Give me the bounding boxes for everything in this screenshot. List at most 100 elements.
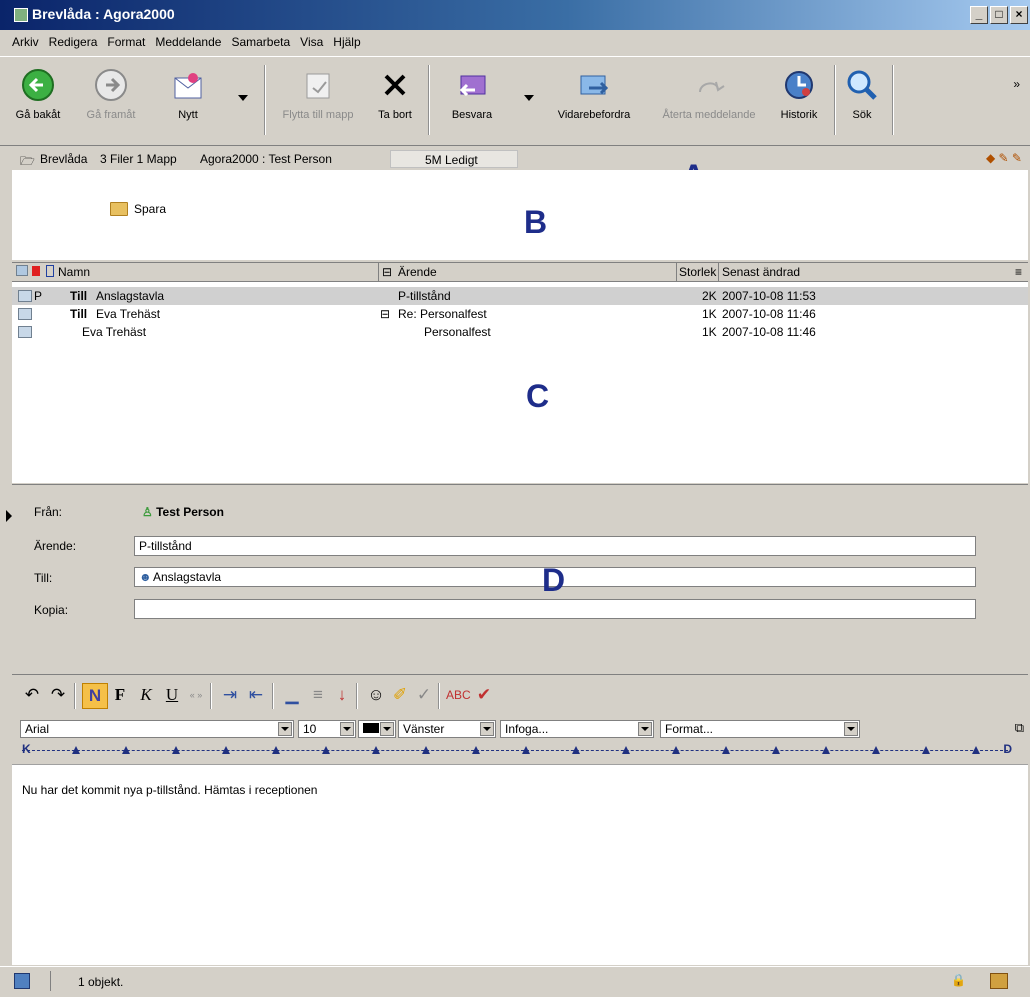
type-column-icon[interactable]	[16, 265, 28, 279]
forward-message-icon	[576, 67, 612, 103]
folder-pane: Spara	[12, 170, 1028, 260]
text-color-select[interactable]	[358, 720, 396, 738]
menu-format[interactable]: Format	[107, 35, 145, 49]
column-size[interactable]: Storlek	[679, 265, 716, 279]
underline-button[interactable]: U	[160, 683, 184, 707]
message-header-pane: Från: ♙ Test Person Ärende: P-tillstånd …	[12, 484, 1028, 671]
delete-x-icon	[377, 67, 413, 103]
normal-text-button[interactable]: N	[82, 683, 108, 709]
restore-button[interactable]: □	[990, 6, 1008, 24]
horizontal-line-icon[interactable]: ▁	[280, 683, 304, 707]
column-name[interactable]: Namn	[58, 265, 90, 279]
forward-button[interactable]: Gå framåt	[76, 61, 146, 121]
attachment-column-icon[interactable]	[46, 265, 54, 280]
pathbar-tools-icon[interactable]: ◆ ✎ ✎	[986, 151, 1022, 165]
toolbar-overflow-icon[interactable]: »	[1013, 77, 1020, 91]
grid-icon[interactable]	[990, 973, 1008, 989]
decrease-indent-icon[interactable]: ⇤	[244, 683, 268, 707]
increase-indent-icon[interactable]: ⇥	[218, 683, 242, 707]
list-icon[interactable]: ≡	[306, 683, 330, 707]
reply-button[interactable]: Besvara	[440, 61, 504, 121]
right-margin-icon[interactable]: D	[1003, 742, 1012, 756]
window-title: Brevlåda : Agora2000	[32, 6, 175, 22]
emoticon-icon[interactable]: ☺	[364, 683, 388, 707]
subject-field[interactable]: P-tillstånd	[134, 536, 976, 556]
row-modified: 2007-10-08 11:53	[722, 289, 816, 303]
mailbox-path-bar: 🗁 Brevlåda 3 Filer 1 Mapp Agora2000 : Te…	[12, 148, 1026, 171]
new-button[interactable]: Nytt	[160, 61, 216, 121]
alignment-select[interactable]: Vänster	[398, 720, 496, 738]
menu-bar: Arkiv Redigera Format Meddelande Samarbe…	[0, 30, 1030, 54]
cc-field[interactable]	[134, 599, 976, 619]
from-value[interactable]: ♙ Test Person	[142, 505, 224, 519]
insert-below-icon[interactable]: ↓	[330, 683, 354, 707]
close-button[interactable]: ×	[1010, 6, 1028, 24]
quote-icon[interactable]: « »	[184, 683, 208, 707]
forward-message-button[interactable]: Vidarebefordra	[544, 61, 644, 121]
expand-all-icon[interactable]: ⊟	[382, 265, 392, 279]
status-text: 1 objekt.	[78, 975, 124, 989]
move-to-folder-button[interactable]: Flytta till mapp	[276, 61, 360, 121]
folder-item-spara[interactable]: Spara	[110, 202, 166, 216]
formatting-toolbar: ↶ ↷ N F K U « » ⇥ ⇤ ▁ ≡ ↓ ☺ ✐ ✓ ABC ✔	[12, 674, 1028, 715]
bold-button[interactable]: F	[108, 683, 132, 707]
minimize-button[interactable]: _	[970, 6, 988, 24]
format-select[interactable]: Format...	[660, 720, 860, 738]
table-row[interactable]: P Till Anslagstavla P-tillstånd 2K 2007-…	[12, 287, 1028, 305]
spellcheck-language-icon[interactable]: ABC	[446, 683, 471, 707]
menu-redigera[interactable]: Redigera	[49, 35, 98, 49]
table-row[interactable]: Till Eva Trehäst ⊟ Re: Personalfest 1K 2…	[12, 305, 1028, 323]
search-magnifier-icon	[844, 67, 880, 103]
message-body-editor[interactable]: Nu har det kommit nya p-tillstånd. Hämta…	[12, 764, 1028, 965]
font-family-select[interactable]: Arial	[20, 720, 294, 738]
history-button[interactable]: Historik	[772, 61, 826, 121]
forward-arrow-icon	[93, 67, 129, 103]
file-folder-count: 3 Filer 1 Mapp	[100, 152, 177, 166]
annotation-marker-c: C	[526, 378, 550, 414]
spellcheck-icon[interactable]: ✔	[472, 683, 496, 707]
column-modified[interactable]: Senast ändrad	[722, 265, 800, 279]
highlight-icon[interactable]: ✐	[388, 683, 412, 707]
user-path: Agora2000 : Test Person	[200, 152, 332, 166]
search-button[interactable]: Sök	[842, 61, 882, 121]
italic-button[interactable]: K	[134, 683, 158, 707]
row-modified: 2007-10-08 11:46	[722, 307, 816, 321]
status-bar: 1 objekt. 🔒	[0, 966, 1030, 997]
column-subject[interactable]: Ärende	[398, 265, 437, 279]
column-chooser-icon[interactable]: ≡	[1015, 265, 1022, 279]
redo-icon[interactable]: ↷	[46, 683, 70, 707]
flag-column-icon[interactable]	[32, 265, 40, 279]
new-message-icon	[170, 67, 206, 103]
table-row[interactable]: Eva Trehäst Personalfest 1K 2007-10-08 1…	[12, 323, 1028, 341]
reply-dropdown-icon[interactable]	[524, 95, 534, 101]
to-label: Till:	[34, 571, 53, 585]
menu-arkiv[interactable]: Arkiv	[12, 35, 39, 49]
menu-meddelande[interactable]: Meddelande	[155, 35, 221, 49]
recall-message-button[interactable]: Återta meddelande	[652, 61, 766, 121]
delete-button[interactable]: Ta bort	[368, 61, 422, 121]
message-body-text: Nu har det kommit nya p-tillstånd. Hämta…	[22, 783, 318, 797]
mailbox-name[interactable]: Brevlåda	[40, 152, 87, 166]
mail-icon	[18, 290, 32, 302]
row-name: Anslagstavla	[96, 289, 165, 303]
mail-icon	[18, 308, 32, 320]
undo-icon[interactable]: ↶	[20, 683, 44, 707]
main-toolbar: Gå bakåt Gå framåt Nytt Flytta till mapp…	[0, 56, 1030, 146]
row-prefix: Till	[70, 289, 88, 303]
row-size: 2K	[702, 289, 717, 303]
mail-icon	[18, 326, 32, 338]
menu-visa[interactable]: Visa	[300, 35, 323, 49]
menu-hjalp[interactable]: Hjälp	[333, 35, 360, 49]
menu-samarbeta[interactable]: Samarbeta	[231, 35, 290, 49]
back-button[interactable]: Gå bakåt	[6, 61, 70, 121]
row-subject: P-tillstånd	[398, 289, 451, 303]
left-margin-icon[interactable]: K	[22, 742, 31, 756]
calendar-status-icon[interactable]	[14, 973, 30, 989]
check-icon[interactable]: ✓	[412, 683, 436, 707]
cc-label: Kopia:	[34, 603, 69, 617]
row-collapse[interactable]: ⊟	[380, 307, 390, 321]
insert-select[interactable]: Infoga...	[500, 720, 654, 738]
new-dropdown-icon[interactable]	[238, 95, 248, 101]
detach-editor-icon[interactable]: ⧉	[1015, 720, 1024, 736]
font-size-select[interactable]: 10	[298, 720, 356, 738]
